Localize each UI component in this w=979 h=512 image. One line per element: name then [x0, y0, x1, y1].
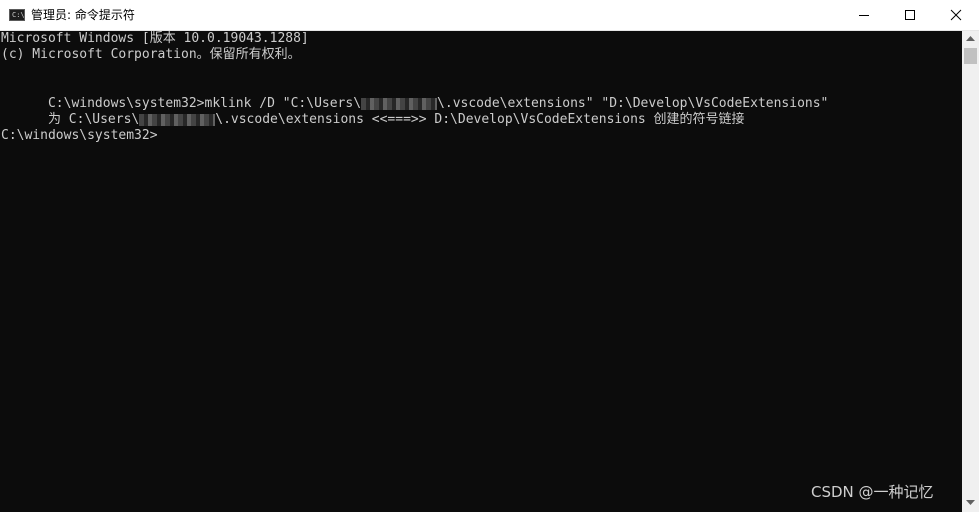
console-prompt: C:\windows\system32> [1, 128, 158, 143]
scroll-up-icon [966, 36, 975, 41]
minimize-icon [859, 15, 869, 16]
csdn-watermark: CSDN @一种记忆 [811, 483, 934, 501]
cmd-window: C:\ 管理员: 命令提示符 Microsoft Windows [版本 10.… [0, 0, 979, 512]
result-suffix: \.vscode\extensions <<===>> D:\Develop\V… [215, 112, 745, 127]
maximize-icon [905, 10, 915, 20]
scroll-down-icon [966, 500, 975, 505]
scroll-down-button[interactable] [962, 495, 979, 512]
scroll-thumb[interactable] [964, 48, 977, 64]
title-bar[interactable]: C:\ 管理员: 命令提示符 [0, 0, 979, 31]
window-title: 管理员: 命令提示符 [31, 8, 135, 22]
minimize-button[interactable] [841, 0, 887, 30]
scroll-up-button[interactable] [962, 31, 979, 48]
close-button[interactable] [933, 0, 979, 30]
maximize-button[interactable] [887, 0, 933, 30]
vertical-scrollbar[interactable] [962, 31, 979, 512]
result-prefix: 为 C:\Users\ [47, 112, 140, 127]
close-icon [950, 9, 962, 21]
console-line-copyright: (c) Microsoft Corporation。保留所有权利。 [1, 47, 301, 62]
cmd-icon-glyph: C:\ [12, 11, 25, 19]
cmd-icon: C:\ [9, 9, 25, 21]
redacted-username [139, 113, 216, 126]
console-line-version: Microsoft Windows [版本 10.0.19043.1288] [1, 31, 309, 46]
console-output[interactable]: Microsoft Windows [版本 10.0.19043.1288] (… [0, 31, 962, 512]
